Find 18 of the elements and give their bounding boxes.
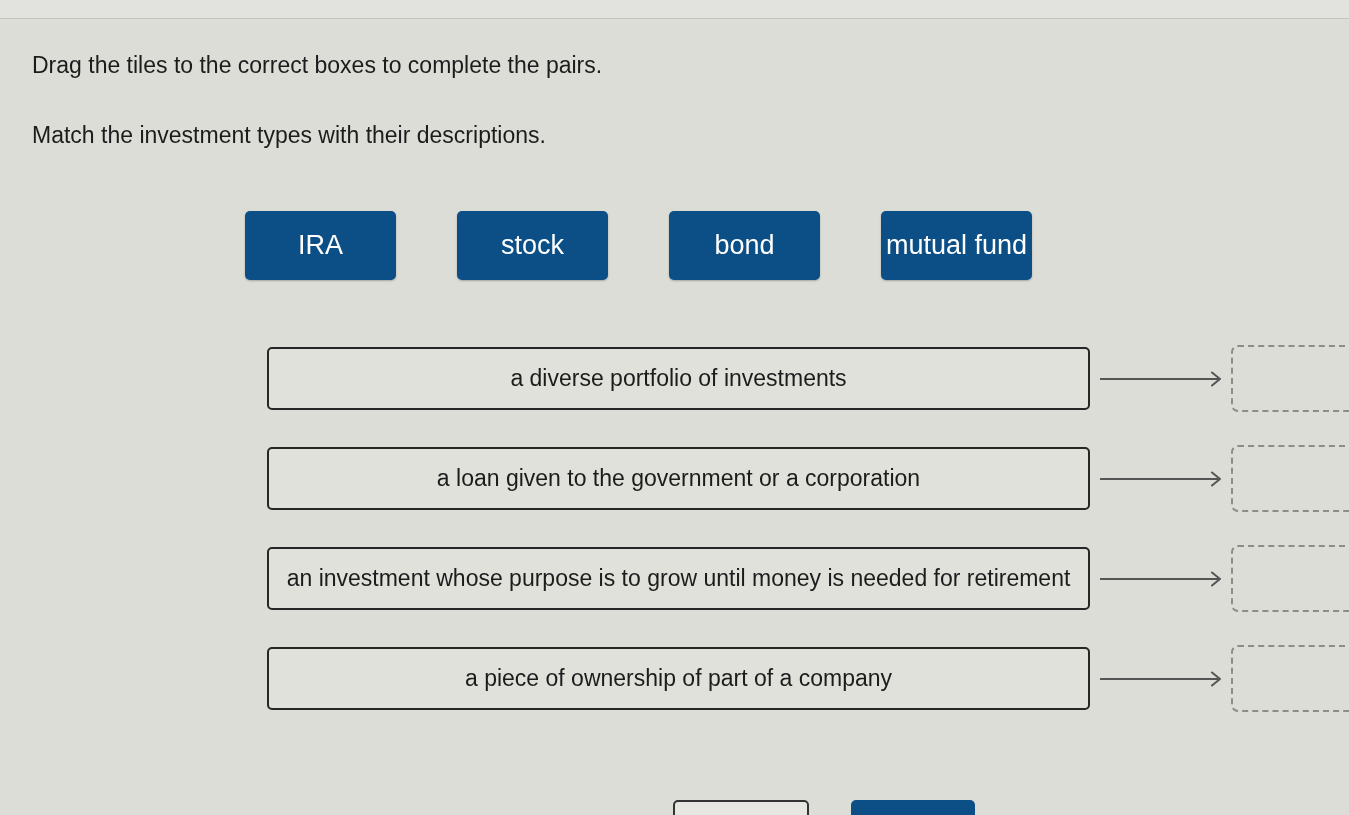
instruction-text: Match the investment types with their descriptions. [32, 122, 546, 148]
description-card: an investment whose purpose is to grow until money is needed for retirement [267, 547, 1090, 610]
answer-tile[interactable]: stock [457, 211, 608, 280]
arrow-icon [1100, 370, 1222, 387]
instruction-text: Drag the tiles to the correct boxes to complete the pairs. [32, 52, 603, 78]
answer-tile[interactable]: IRA [245, 211, 396, 280]
description-card: a diverse portfolio of investments [267, 347, 1090, 410]
answer-tile[interactable]: mutual fund [881, 211, 1032, 280]
arrow-icon [1100, 670, 1222, 687]
answer-box[interactable] [1231, 545, 1349, 612]
answer-box[interactable] [1231, 345, 1349, 412]
description-card: a loan given to the government or a corporation [267, 447, 1090, 510]
arrow-icon [1100, 470, 1222, 487]
description-card: a piece of ownership of part of a company [267, 647, 1090, 710]
answer-box[interactable] [1231, 445, 1349, 512]
arrow-icon [1100, 570, 1222, 587]
answer-tile[interactable]: bond [669, 211, 820, 280]
answer-box[interactable] [1231, 645, 1349, 712]
